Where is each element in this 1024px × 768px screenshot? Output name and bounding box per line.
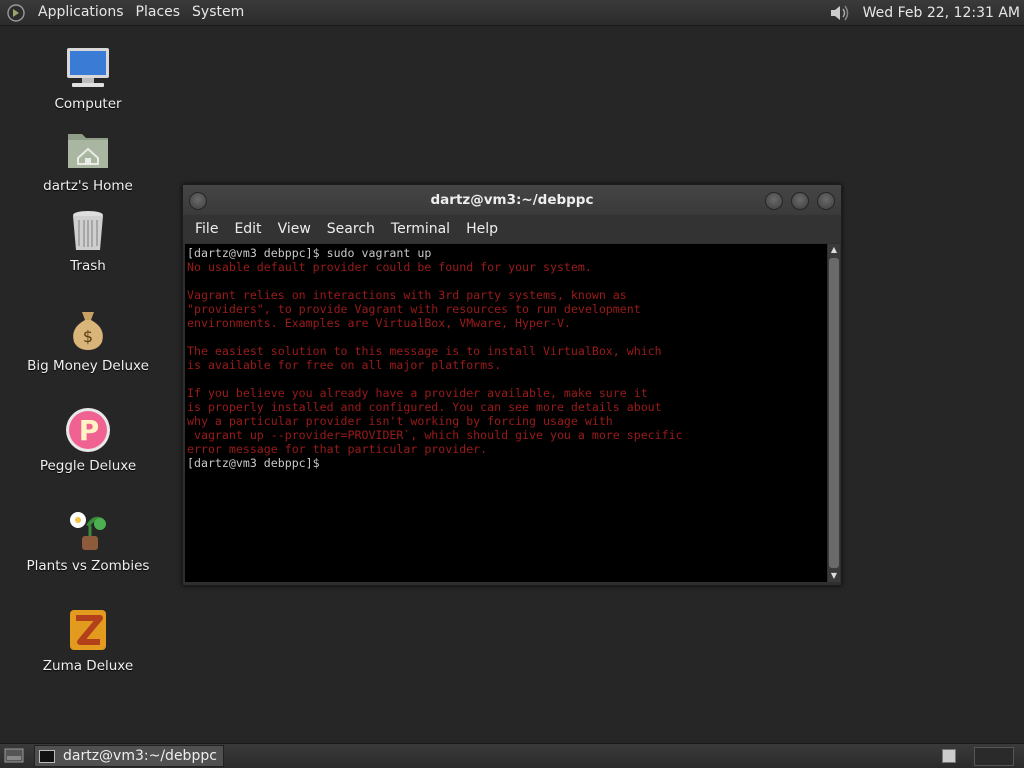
money-bag-icon: $: [64, 306, 112, 354]
terminal-line: If you believe you already have a provid…: [187, 386, 648, 400]
maximize-button[interactable]: [791, 192, 809, 210]
distro-logo-icon[interactable]: [6, 3, 26, 23]
terminal-line: error message for that particular provid…: [187, 442, 488, 456]
desktop-icon-label: Big Money Deluxe: [27, 358, 149, 374]
trash-icon: [64, 206, 112, 254]
menu-file[interactable]: File: [187, 221, 226, 237]
menu-places[interactable]: Places: [130, 0, 187, 25]
window-titlebar[interactable]: dartz@vm3:~/debppc: [183, 185, 841, 215]
menu-help[interactable]: Help: [458, 221, 506, 237]
terminal-scrollbar[interactable]: ▲ ▼: [828, 244, 840, 582]
menu-search[interactable]: Search: [319, 221, 383, 237]
svg-text:$: $: [83, 327, 93, 346]
show-desktop-icon[interactable]: [4, 747, 24, 768]
workspace-switcher-2[interactable]: [974, 747, 1014, 766]
desktop-icon-home[interactable]: dartz's Home: [13, 126, 163, 194]
menu-system[interactable]: System: [186, 0, 250, 25]
desktop-icon-zuma[interactable]: Zuma Deluxe: [13, 606, 163, 674]
terminal-icon: [39, 749, 55, 763]
terminal-line: No usable default provider could be foun…: [187, 260, 592, 274]
zuma-icon: [64, 606, 112, 654]
scrollbar-thumb[interactable]: [829, 258, 839, 568]
terminal-output[interactable]: [dartz@vm3 debppc]$ sudo vagrant up No us…: [185, 244, 827, 582]
peggle-icon: P: [64, 406, 112, 454]
menu-view[interactable]: View: [270, 221, 319, 237]
desktop-icon-plants-vs-zombies[interactable]: Plants vs Zombies: [13, 506, 163, 574]
terminal-window[interactable]: dartz@vm3:~/debppc File Edit View Search…: [182, 184, 842, 586]
desktop-icon-label: Trash: [70, 258, 106, 274]
desktop-icon-big-money[interactable]: $ Big Money Deluxe: [13, 306, 163, 374]
scroll-down-icon[interactable]: ▼: [828, 570, 840, 582]
computer-icon: [64, 44, 112, 92]
menu-applications[interactable]: Applications: [32, 0, 130, 25]
minimize-button[interactable]: [765, 192, 783, 210]
home-folder-icon: [64, 126, 112, 174]
desktop-icon-trash[interactable]: Trash: [13, 206, 163, 274]
desktop-icon-peggle[interactable]: P Peggle Deluxe: [13, 406, 163, 474]
terminal-menubar: File Edit View Search Terminal Help: [183, 215, 841, 243]
taskbar-item-label: dartz@vm3:~/debppc: [63, 748, 217, 764]
close-button[interactable]: [817, 192, 835, 210]
menu-edit[interactable]: Edit: [226, 221, 269, 237]
scroll-up-icon[interactable]: ▲: [828, 244, 840, 256]
desktop-icon-label: dartz's Home: [43, 178, 133, 194]
svg-text:P: P: [79, 414, 100, 447]
terminal-line: [dartz@vm3 debppc]$ sudo vagrant up: [187, 246, 432, 260]
terminal-line: is available for free on all major platf…: [187, 358, 502, 372]
desktop-icon-label: Zuma Deluxe: [42, 658, 134, 674]
desktop-icon-label: Peggle Deluxe: [39, 458, 137, 474]
top-panel: Applications Places System Wed Feb 22, 1…: [0, 0, 1024, 26]
plants-icon: [64, 506, 112, 554]
window-title: dartz@vm3:~/debppc: [430, 192, 594, 208]
volume-icon[interactable]: [829, 3, 851, 23]
terminal-line: Vagrant relies on interactions with 3rd …: [187, 288, 627, 302]
desktop-icon-label: Computer: [54, 96, 122, 112]
terminal-line: The easiest solution to this message is …: [187, 344, 662, 358]
terminal-line: [dartz@vm3 debppc]$: [187, 456, 320, 470]
taskbar-item-terminal[interactable]: dartz@vm3:~/debppc: [34, 745, 224, 767]
bottom-panel: dartz@vm3:~/debppc: [0, 743, 1024, 768]
clock[interactable]: Wed Feb 22, 12:31 AM: [857, 5, 1024, 21]
workspace-switcher[interactable]: [942, 749, 956, 763]
terminal-line: is properly installed and configured. Yo…: [187, 400, 662, 414]
terminal-line: environments. Examples are VirtualBox, V…: [187, 316, 571, 330]
desktop-icon-label: Plants vs Zombies: [26, 558, 150, 574]
desktop-icon-computer[interactable]: Computer: [13, 44, 163, 112]
terminal-line: "providers", to provide Vagrant with res…: [187, 302, 641, 316]
menu-terminal[interactable]: Terminal: [383, 221, 458, 237]
window-menu-button[interactable]: [189, 192, 207, 210]
terminal-line: vagrant up --provider=PROVIDER`, which s…: [187, 428, 683, 442]
terminal-line: why a particular provider isn't working …: [187, 414, 613, 428]
